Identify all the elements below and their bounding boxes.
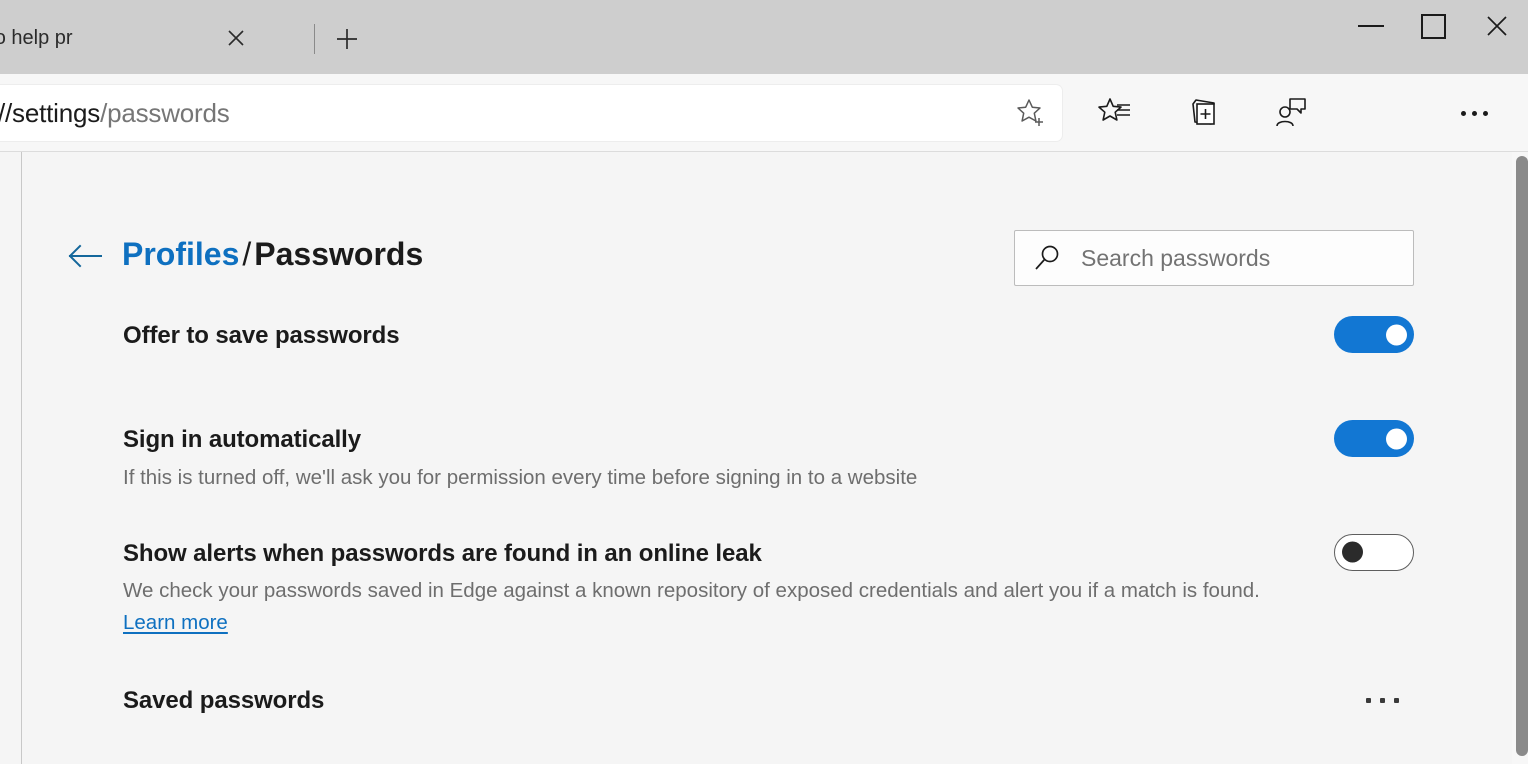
setting-description: If this is turned off, we'll ask you for… [123, 465, 918, 489]
page-title: Passwords [254, 236, 424, 272]
close-window-button[interactable] [1465, 0, 1528, 52]
browser-toolbar: //settings/passwords [0, 74, 1528, 152]
setting-description-text: We check your passwords saved in Edge ag… [123, 579, 1260, 603]
scrollbar-thumb[interactable] [1516, 156, 1528, 756]
back-arrow-icon[interactable] [65, 238, 105, 274]
setting-sign-in-automatically: Sign in automatically If this is turned … [23, 420, 1423, 494]
settings-sidebar[interactable] [0, 152, 22, 764]
close-icon [1486, 16, 1507, 36]
collections-icon [1192, 99, 1215, 125]
minimize-button[interactable] [1339, 0, 1402, 52]
page-scrollbar[interactable] [1512, 152, 1528, 764]
leak-alerts-toggle[interactable] [1334, 533, 1414, 571]
breadcrumb: Profiles/Passwords [122, 224, 423, 284]
setting-title: Sign in automatically [123, 426, 361, 453]
sign-in-automatically-toggle[interactable] [1334, 420, 1414, 457]
saved-passwords-more-button[interactable] [1355, 683, 1409, 719]
minimize-icon [1357, 25, 1384, 27]
new-tab-button[interactable] [328, 22, 366, 56]
setting-leak-alerts: Show alerts when passwords are found in … [23, 533, 1423, 639]
setting-description: We check your passwords saved in Edge ag… [123, 575, 1303, 639]
settings-content: Profiles/Passwords Search passwords Offe… [23, 152, 1528, 764]
ellipsis-icon [1365, 698, 1399, 704]
address-bar-url: //settings/passwords [0, 98, 1000, 129]
favorites-icon [1098, 98, 1130, 121]
window-controls [1339, 0, 1528, 52]
section-saved-passwords: Saved passwords [23, 687, 1423, 739]
offer-to-save-toggle[interactable] [1334, 316, 1414, 353]
profile-button[interactable] [1263, 86, 1317, 140]
close-tab-icon[interactable] [218, 20, 254, 56]
toggle-knob [1386, 428, 1407, 449]
title-bar: word Monitor to help pr [0, 0, 1528, 74]
settings-page: Profiles/Passwords Search passwords Offe… [0, 152, 1528, 764]
search-passwords-box[interactable]: Search passwords [1014, 230, 1414, 286]
browser-tab[interactable]: word Monitor to help pr [0, 14, 260, 62]
maximize-icon [1421, 13, 1446, 39]
tab-title: word Monitor to help pr [0, 26, 73, 49]
settings-and-more-button[interactable] [1447, 86, 1501, 140]
ellipsis-icon [1460, 110, 1488, 116]
search-icon [1015, 231, 1081, 285]
search-input[interactable]: Search passwords [1081, 245, 1270, 272]
setting-title: Show alerts when passwords are found in … [123, 539, 762, 567]
add-favorite-icon[interactable] [1000, 85, 1062, 141]
profile-icon [1276, 98, 1306, 127]
tab-separator [314, 24, 315, 54]
section-title: Saved passwords [123, 686, 325, 714]
password-settings-list: Offer to save passwords Sign in automati… [23, 316, 1423, 739]
breadcrumb-profiles-link[interactable]: Profiles [122, 236, 239, 272]
address-bar[interactable]: //settings/passwords [0, 85, 1062, 141]
setting-offer-to-save: Offer to save passwords [23, 316, 1423, 374]
collections-button[interactable] [1177, 86, 1231, 140]
url-path-light: /passwords [100, 97, 230, 128]
url-path-dark: //settings [0, 97, 101, 128]
learn-more-link[interactable]: Learn more [123, 611, 228, 634]
favorites-button[interactable] [1088, 86, 1142, 140]
maximize-button[interactable] [1402, 0, 1465, 52]
breadcrumb-separator: / [242, 236, 252, 272]
toggle-knob [1342, 541, 1363, 563]
setting-title: Offer to save passwords [123, 322, 400, 349]
toggle-knob [1386, 324, 1407, 345]
